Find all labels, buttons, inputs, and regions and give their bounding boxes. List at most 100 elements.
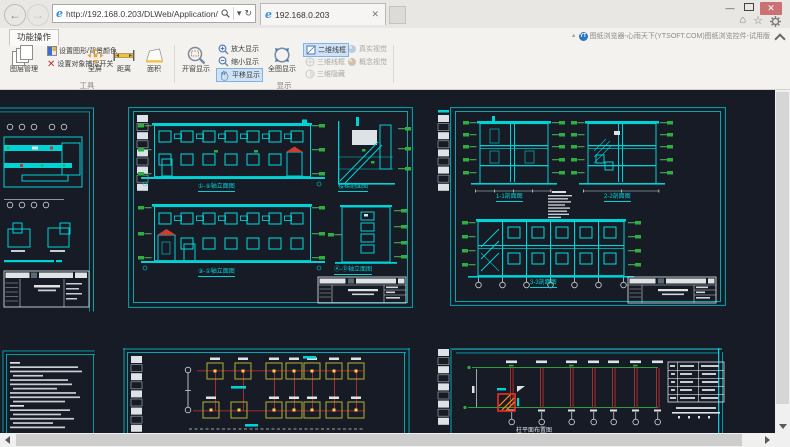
zoom-out-button[interactable]: 缩小显示 (216, 56, 261, 68)
sheet-elevations (128, 107, 413, 308)
layer-manager-button[interactable]: 图层管理 (4, 44, 44, 81)
column-grid (463, 361, 724, 425)
elevation-a (138, 120, 325, 187)
window-zoom-button[interactable]: 开窗显示 (179, 44, 213, 81)
area-shape-icon (145, 44, 164, 66)
maximize-icon (744, 3, 754, 11)
window-zoom-label: 开窗显示 (182, 66, 210, 74)
sheet-foundation-plan (123, 348, 411, 433)
realistic-sphere-icon (347, 44, 357, 54)
notes-block (548, 191, 572, 218)
stair-section (338, 117, 411, 185)
wireframe-2d-label: 二维线框 (318, 45, 346, 55)
drawing-title-sec2: 2-2剖面图 (604, 194, 631, 202)
color-swatch-icon (47, 46, 57, 56)
vertical-scrollbar[interactable] (775, 90, 790, 433)
tab-title[interactable]: 192.168.0.203 (275, 10, 369, 20)
settings-gear-icon[interactable] (770, 16, 781, 27)
realistic-button: 真实视觉 (345, 43, 389, 55)
forward-icon[interactable]: → (27, 4, 49, 26)
sheet-sections (450, 107, 726, 306)
chevron-down-icon[interactable]: ▾ (237, 8, 242, 19)
divider (233, 7, 234, 20)
close-window-button[interactable]: ✕ (760, 2, 782, 15)
search-icon[interactable] (221, 9, 230, 18)
concept-label: 概念视觉 (359, 57, 387, 67)
distance-label: 距离 (117, 66, 131, 74)
distance-button[interactable]: 距离 (110, 44, 138, 81)
section-2 (571, 121, 673, 193)
fullscreen-arrows-icon (87, 44, 104, 66)
scroll-right-arrow-icon[interactable] (760, 433, 775, 447)
sheet-notes (2, 350, 95, 433)
ladder-strip-top (437, 110, 450, 202)
area-label: 面积 (147, 66, 161, 74)
new-tab-button[interactable] (389, 6, 406, 24)
wireframe-3d-icon (305, 57, 315, 67)
trial-badge: ▲ YT 图纸浏览器-心雨天下(YTSOFT.COM)图纸浏览控件-试用版 (571, 31, 770, 41)
group-separator (174, 45, 175, 83)
section-1 (463, 116, 565, 193)
zoom-out-icon (218, 56, 229, 67)
yt-logo-icon: YT (579, 32, 588, 41)
realistic-label: 真实视觉 (359, 44, 387, 54)
section-3 (462, 219, 641, 288)
hidden-3d-icon (305, 69, 315, 79)
browser-titlebar: ← → e http://192.168.0.203/DLWeb/Applica… (0, 0, 790, 28)
warning-icon: ▲ (571, 33, 577, 39)
drawing-title-sec1: 1-1剖面图 (496, 194, 523, 202)
drawing-title-side: Ⓐ-Ⓓ轴立面图 (334, 267, 372, 275)
close-tab-icon[interactable]: ✕ (369, 9, 381, 20)
url-text[interactable]: http://192.168.0.203/DLWeb/Application/Y… (66, 9, 218, 19)
drawing-title-stair: 楼梯剖面图 (338, 184, 368, 192)
horizontal-scroll-thumb[interactable] (16, 434, 742, 446)
horizontal-scrollbar[interactable] (0, 433, 775, 447)
zoom-all-icon (272, 44, 292, 66)
sheet-detail-left (0, 105, 96, 312)
drawing-title-sec3: 3-3剖面图 (530, 280, 557, 288)
scroll-left-arrow-icon[interactable] (0, 433, 15, 447)
ruler-icon (113, 44, 135, 66)
cad-canvas[interactable]: ①-⑨轴立面图 楼梯剖面图 ⑨-①轴立面图 Ⓐ-Ⓓ轴立面图 1-1剖面图 2-2… (0, 90, 775, 433)
wireframe-3d-button: 三维线框 (303, 56, 347, 68)
area-button[interactable]: 面积 (140, 44, 168, 81)
address-bar[interactable]: e http://192.168.0.203/DLWeb/Application… (52, 4, 256, 23)
concept-sphere-icon (347, 57, 357, 67)
trial-text: 图纸浏览器-心雨天下(YTSOFT.COM)图纸浏览控件-试用版 (590, 31, 770, 41)
fullscreen-button[interactable]: 全屏 (82, 44, 108, 81)
wireframe-2d-icon (306, 45, 316, 55)
side-section (328, 205, 407, 264)
zoom-in-button[interactable]: 放大显示 (216, 43, 261, 55)
pan-hand-icon (219, 70, 230, 81)
back-icon[interactable]: ← (4, 4, 26, 26)
fullscreen-label: 全屏 (88, 66, 102, 74)
sheet-column-plan (450, 348, 740, 433)
window-zoom-magnifier-icon (186, 44, 206, 66)
layers-icon (12, 44, 36, 66)
minimize-button[interactable]: — (722, 2, 738, 15)
elevation-b (138, 204, 325, 270)
drawing-title-elev-a: ①-⑨轴立面图 (198, 184, 235, 192)
ladder-strip-bottom (437, 343, 450, 433)
schedule-table (668, 362, 724, 419)
zoom-all-button[interactable]: 全图显示 (265, 44, 299, 81)
browser-tab[interactable]: e 192.168.0.203 ✕ (260, 3, 386, 25)
snap-x-icon: ✕ (47, 59, 55, 70)
hidden-3d-label: 三维隐藏 (317, 69, 345, 79)
browser-window: ← → e http://192.168.0.203/DLWeb/Applica… (0, 0, 790, 447)
home-icon[interactable]: ⌂ (739, 14, 746, 26)
layer-manager-label: 图层管理 (10, 66, 38, 74)
group-separator (393, 45, 394, 83)
scroll-down-arrow-icon[interactable] (775, 419, 790, 433)
hidden-3d-button: 三维隐藏 (303, 68, 347, 80)
ribbon: 功能操作 ▲ YT 图纸浏览器-心雨天下(YTSOFT.COM)图纸浏览控件-试… (0, 28, 790, 90)
zoom-in-label: 放大显示 (231, 44, 259, 54)
collapse-ribbon-icon[interactable] (774, 33, 785, 44)
concept-button: 概念视觉 (345, 56, 389, 68)
favorites-star-icon[interactable]: ☆ (753, 14, 763, 27)
vertical-scroll-thumb[interactable] (776, 92, 789, 404)
ie-tab-icon: e (265, 8, 272, 21)
scrollbar-corner (775, 433, 790, 447)
pan-label: 平移显示 (232, 70, 260, 80)
refresh-icon[interactable]: ↻ (244, 8, 252, 19)
